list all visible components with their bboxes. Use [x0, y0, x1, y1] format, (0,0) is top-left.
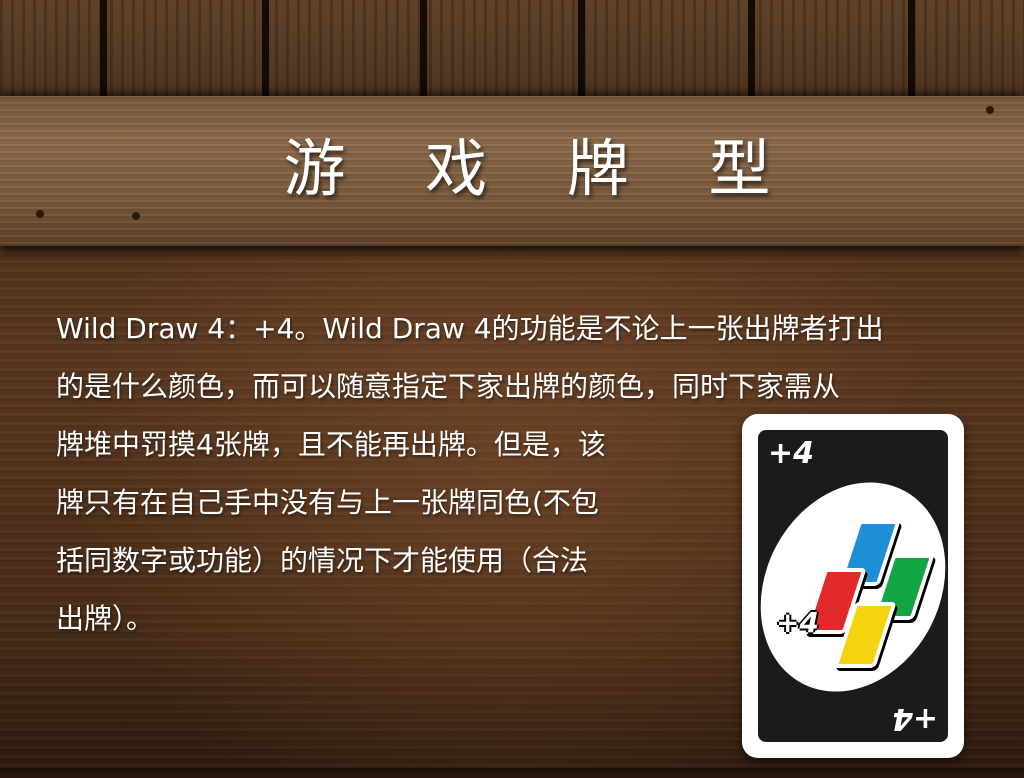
card-face: +4 +4 +4 [758, 430, 948, 742]
plank-gap [420, 0, 427, 96]
plank-gap [908, 0, 915, 96]
top-wood-planks [0, 0, 1024, 96]
card-corner-label: +4 [768, 436, 815, 471]
nail-icon [36, 210, 44, 218]
plank-gap [100, 0, 107, 96]
plank-gap [262, 0, 269, 96]
plank-gap [578, 0, 585, 96]
description-line: Wild Draw 4：+4。Wild Draw 4的功能是不论上一张出牌者打出 [56, 312, 884, 345]
nail-icon [132, 212, 140, 220]
plank-gap [748, 0, 755, 96]
wild-draw-four-card: +4 +4 +4 [742, 414, 964, 758]
page-title: 游 戏 牌 型 [283, 132, 801, 205]
card-corner-label-inverted: +4 [891, 701, 938, 736]
card-center-label: +4 [776, 606, 819, 639]
description-line: 的是什么颜色，而可以随意指定下家出牌的颜色，同时下家需从 [56, 370, 841, 403]
bottom-plank-edge [0, 768, 1024, 778]
nail-icon [986, 106, 994, 114]
